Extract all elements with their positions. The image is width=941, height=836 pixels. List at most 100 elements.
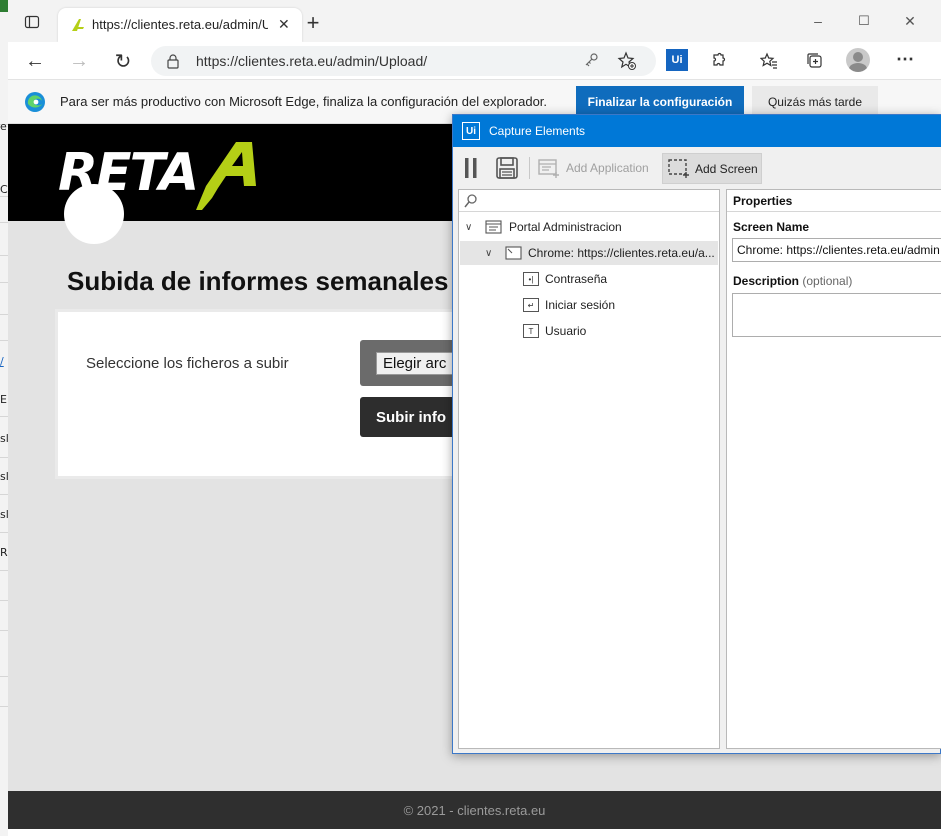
pause-button[interactable] xyxy=(463,153,483,183)
pause-icon xyxy=(465,158,477,178)
description-input[interactable] xyxy=(732,293,941,337)
divider xyxy=(0,222,8,223)
divider xyxy=(0,676,8,677)
divider xyxy=(0,532,8,533)
capture-title: Capture Elements xyxy=(489,124,586,138)
back-icon[interactable]: ← xyxy=(24,50,46,72)
divider xyxy=(0,255,8,256)
tab-strip: https://clientes.reta.eu/admin/Upload/ ✕… xyxy=(8,0,941,42)
finish-setup-button[interactable]: Finalizar la configuración xyxy=(576,86,744,117)
text-field-icon: T xyxy=(523,324,539,338)
upload-card: Seleccione los ficheros a subir Elegir a… xyxy=(55,309,496,479)
tree-item-element[interactable]: T Usuario xyxy=(523,319,586,343)
lock-icon[interactable] xyxy=(166,53,180,74)
close-window-icon[interactable]: ✕ xyxy=(900,12,920,30)
tree-item-label: Chrome: https://clientes.reta.eu/a... xyxy=(528,246,715,260)
page-footer: © 2021 - clientes.reta.eu xyxy=(8,791,941,829)
tab-actions-icon[interactable] xyxy=(22,12,42,32)
divider xyxy=(0,196,8,197)
page-bottom-strip xyxy=(8,829,941,836)
divider xyxy=(0,314,8,315)
description-optional-text: (optional) xyxy=(802,274,853,288)
address-bar[interactable]: https://clientes.reta.eu/admin/Upload/ xyxy=(151,46,656,76)
maximize-icon[interactable]: ☐ xyxy=(854,12,874,30)
tree-item-label: Portal Administracion xyxy=(509,220,622,234)
description-label: Description (optional) xyxy=(733,274,852,288)
more-menu-icon[interactable]: ⋯ xyxy=(894,48,916,70)
divider xyxy=(0,340,8,341)
divider xyxy=(0,600,8,601)
capture-toolbar: Add Application Add Screen xyxy=(453,147,941,189)
tree-item-application[interactable]: ∨ Portal Administracion xyxy=(465,215,717,239)
tree-item-label: Usuario xyxy=(545,324,587,338)
chevron-down-icon[interactable]: ∨ xyxy=(465,222,479,233)
save-button[interactable] xyxy=(495,153,521,183)
reta-favicon-icon xyxy=(70,17,86,38)
uipath-extension-icon[interactable]: Ui xyxy=(666,49,688,71)
search-icon xyxy=(464,194,477,208)
divider xyxy=(0,416,8,417)
add-screen-label: Add Screen xyxy=(695,162,758,176)
background-window-titlebar xyxy=(0,0,8,12)
key-icon[interactable] xyxy=(583,52,599,73)
add-favorite-icon[interactable] xyxy=(617,51,637,76)
forward-icon[interactable]: → xyxy=(68,50,90,72)
save-icon xyxy=(496,157,518,179)
footer-text: © 2021 - clientes.reta.eu xyxy=(403,803,546,818)
toolbar-separator xyxy=(529,157,530,179)
edge-logo-icon xyxy=(24,91,46,118)
add-screen-icon xyxy=(667,157,691,186)
tree-item-screen[interactable]: ∨ Chrome: https://clientes.reta.eu/a... xyxy=(460,241,718,265)
uipath-logo-icon: Ui xyxy=(462,122,480,140)
screen-name-input[interactable] xyxy=(732,238,941,262)
tree-item-element[interactable]: •| Contraseña xyxy=(523,267,607,291)
tree-item-label: Iniciar sesión xyxy=(545,298,616,312)
screen-name-label: Screen Name xyxy=(733,220,810,234)
close-tab-icon[interactable]: ✕ xyxy=(278,16,290,33)
infobar-message: Para ser más productivo con Microsoft Ed… xyxy=(60,94,548,109)
add-application-icon xyxy=(538,159,559,178)
profile-avatar[interactable] xyxy=(846,48,870,72)
address-bar-row: ← → ↻ https://clientes.reta.eu/admin/Upl… xyxy=(8,42,941,80)
maybe-later-button[interactable]: Quizás más tarde xyxy=(752,86,878,117)
background-link-fragment: / xyxy=(0,355,4,368)
divider xyxy=(0,706,8,707)
add-application-button[interactable]: Add Application xyxy=(537,153,649,183)
capture-titlebar[interactable]: Ui Capture Elements xyxy=(453,115,941,147)
password-field-icon: •| xyxy=(523,272,539,286)
tree-item-element[interactable]: ↵ Iniciar sesión xyxy=(523,293,615,317)
divider xyxy=(0,282,8,283)
favorites-icon[interactable] xyxy=(758,50,780,72)
background-text-fragment: C xyxy=(0,183,8,196)
button-element-icon: ↵ xyxy=(523,298,539,312)
chevron-down-icon[interactable]: ∨ xyxy=(485,248,499,259)
divider xyxy=(0,630,8,631)
tab-title: https://clientes.reta.eu/admin/Upload/ xyxy=(92,17,268,32)
add-screen-button[interactable]: Add Screen xyxy=(662,153,762,184)
new-tab-icon[interactable]: + xyxy=(302,10,324,35)
capture-elements-window: Ui Capture Elements Add Application Add … xyxy=(452,114,941,754)
header-avatar xyxy=(64,184,124,244)
tree-search-field[interactable] xyxy=(459,190,719,212)
url-text[interactable]: https://clientes.reta.eu/admin/Upload/ xyxy=(196,53,427,69)
refresh-icon[interactable]: ↻ xyxy=(112,50,134,73)
collections-icon[interactable] xyxy=(804,50,826,72)
add-application-label: Add Application xyxy=(566,161,649,175)
screen-icon xyxy=(505,246,522,260)
background-text-fragment: R xyxy=(0,546,8,559)
background-text-fragment: e xyxy=(0,120,7,133)
browser-tab[interactable]: https://clientes.reta.eu/admin/Upload/ ✕ xyxy=(58,8,302,42)
elements-tree-panel: ∨ Portal Administracion ∨ Chrome: https:… xyxy=(458,189,720,749)
select-files-label: Seleccione los ficheros a subir xyxy=(86,355,289,372)
page-title: Subida de informes semanales xyxy=(67,266,449,296)
minimize-icon[interactable]: – xyxy=(808,12,828,30)
application-icon xyxy=(485,220,502,234)
properties-heading: Properties xyxy=(727,190,941,212)
tree-item-label: Contraseña xyxy=(545,272,608,286)
extensions-icon[interactable] xyxy=(708,50,730,72)
properties-panel: Properties Screen Name Description (opti… xyxy=(726,189,941,749)
divider xyxy=(0,494,8,495)
divider xyxy=(0,457,8,458)
description-label-text: Description xyxy=(733,274,800,288)
divider xyxy=(0,570,8,571)
